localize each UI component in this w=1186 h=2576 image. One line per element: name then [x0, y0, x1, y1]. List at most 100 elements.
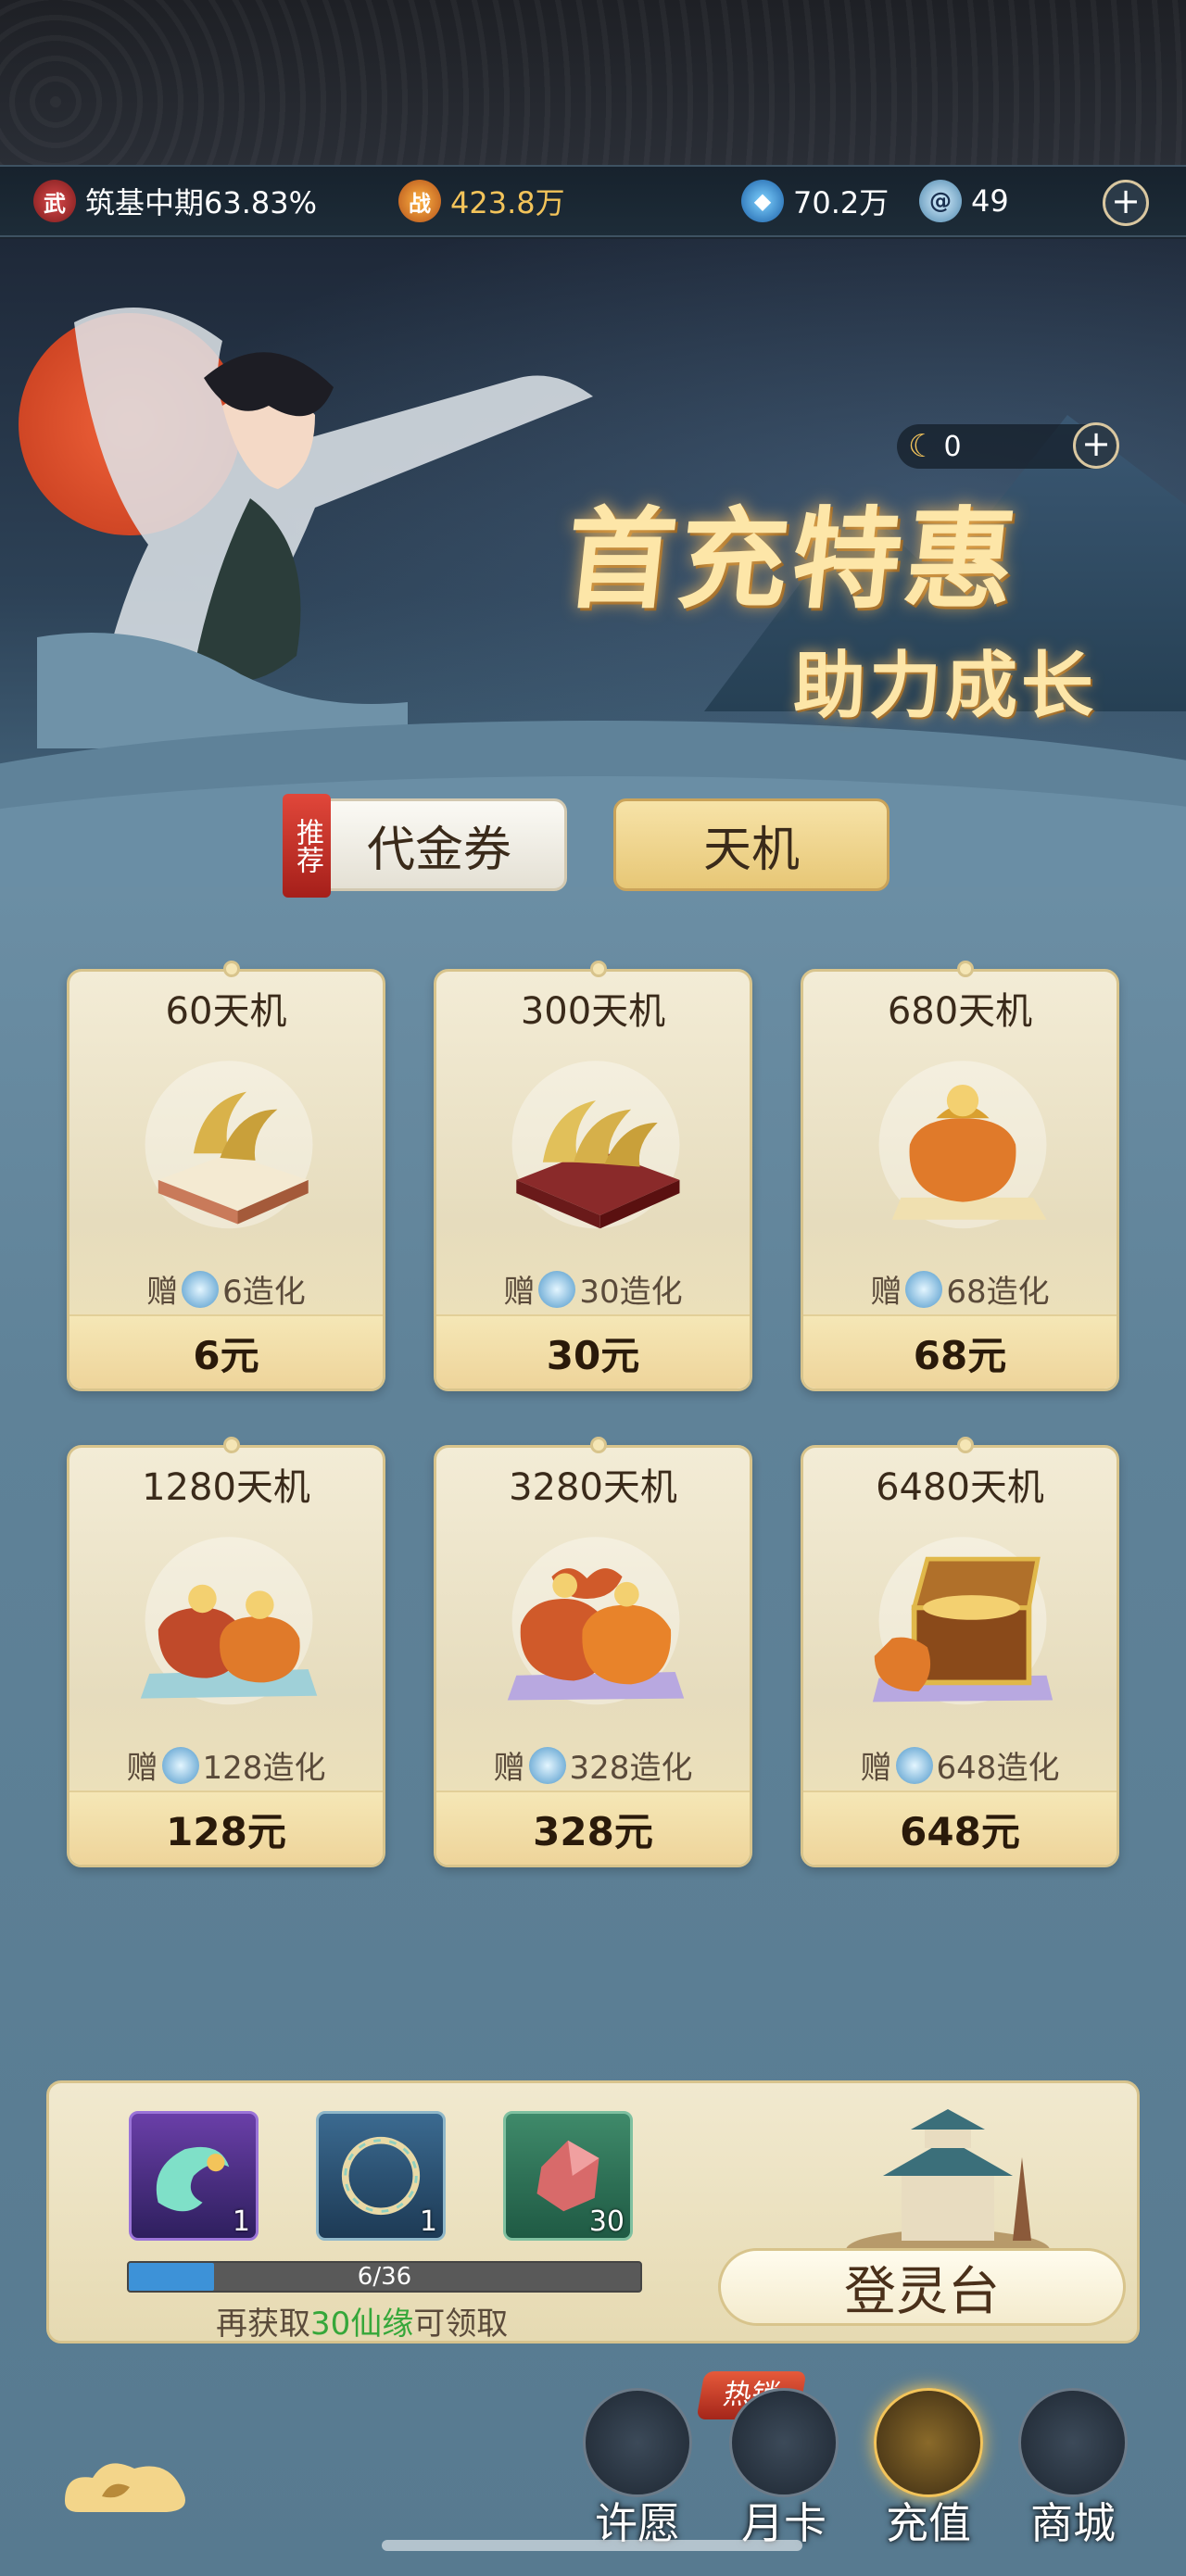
treasure-chest-icon — [872, 1537, 1054, 1705]
hint-highlight: 30仙缘 — [310, 2306, 414, 2343]
tab-tianji-label: 天机 — [702, 822, 800, 878]
product-card[interactable]: 60天机赠 6造化 6元 — [67, 961, 385, 1391]
product-title: 1280天机 — [142, 1466, 310, 1509]
zaohua-swirl-icon — [161, 1746, 199, 1784]
realm-stat[interactable]: 武 筑基中期63.83% — [33, 180, 317, 222]
auspicious-cloud-icon[interactable] — [56, 2445, 195, 2529]
bonus-prefix: 赠 — [860, 1750, 892, 1787]
bonus-amount: 328造化 — [569, 1750, 693, 1787]
price-button[interactable]: 6元 — [69, 1314, 383, 1389]
zaohua-swirl-icon — [538, 1270, 576, 1308]
tianji-gem-icon: ◆ — [741, 180, 784, 222]
money-bags-large-icon — [507, 1537, 685, 1705]
resource-bar: 武 筑基中期63.83% 战 423.8万 ◆ 70.2万 @ 49 + — [0, 165, 1186, 237]
money-bags-icon — [140, 1537, 318, 1705]
moon-coin-icon: ☾ — [908, 428, 937, 465]
product-title: 300天机 — [520, 990, 666, 1033]
heroine-illustration — [37, 308, 593, 748]
nav-month-card[interactable]: 月卡 — [728, 2388, 839, 2548]
small-jade-icon — [145, 1061, 313, 1229]
bonus-prefix: 赠 — [146, 1274, 179, 1311]
product-bonus: 赠 328造化 — [436, 1742, 750, 1788]
zaohua-swirl-icon — [182, 1270, 220, 1308]
power-value: 423.8万 — [450, 185, 565, 220]
zaohua-swirl-icon — [528, 1746, 566, 1784]
reward-item[interactable]: 30 — [503, 2111, 633, 2241]
swirl-value: 49 — [971, 183, 1009, 219]
lingtai-pavilion-icon — [846, 2109, 1050, 2268]
product-title: 6480天机 — [876, 1466, 1044, 1509]
first-recharge-banner: ☾ 0 + 首充特惠 助力成长 — [0, 239, 1186, 887]
wish-icon — [583, 2388, 692, 2497]
nav-recharge-label: 充值 — [886, 2498, 971, 2548]
reward-panel: 1 1 30 6/36 再获取30仙缘可领取 登灵台 — [46, 2080, 1140, 2344]
product-title: 680天机 — [887, 990, 1033, 1033]
banner-subtitle: 助力成长 — [793, 644, 1098, 728]
tab-tianji[interactable]: 天机 — [613, 798, 890, 891]
nav-shop[interactable]: 商城 — [1017, 2388, 1129, 2548]
realm-label: 筑基中期63.83% — [85, 185, 318, 220]
recommend-badge: 推荐 — [283, 794, 331, 898]
bonus-amount: 128造化 — [202, 1750, 326, 1787]
product-card[interactable]: 3280天机赠 328造化 328元 — [434, 1437, 752, 1867]
nav-shop-label: 商城 — [1030, 2498, 1116, 2548]
gem-value: 70.2万 — [793, 185, 890, 220]
product-bonus: 赠 6造化 — [69, 1266, 383, 1312]
progress-hint: 再获取30仙缘可领取 — [216, 2298, 508, 2344]
product-bonus: 赠 128造化 — [69, 1742, 383, 1788]
power-stat[interactable]: 战 423.8万 — [398, 180, 565, 222]
nav-recharge[interactable]: 充值 — [873, 2388, 984, 2548]
martial-icon: 武 — [33, 180, 76, 222]
money-bag-icon — [878, 1061, 1047, 1229]
home-indicator[interactable] — [382, 2540, 802, 2551]
recharge-icon — [874, 2388, 983, 2497]
progress-text: 6/36 — [357, 2263, 412, 2291]
add-voucher-button[interactable]: + — [1073, 422, 1119, 469]
reward-count: 1 — [419, 2205, 437, 2238]
voucher-balance-value: 0 — [943, 430, 962, 463]
progress-bar: 6/36 — [127, 2261, 642, 2293]
zaohua-swirl-icon: @ — [919, 180, 962, 222]
bonus-amount: 6造化 — [222, 1274, 306, 1311]
bonus-amount: 648造化 — [936, 1750, 1060, 1787]
month-card-icon — [729, 2388, 839, 2497]
nav-wish[interactable]: 许愿 — [582, 2388, 693, 2548]
bonus-prefix: 赠 — [870, 1274, 902, 1311]
price-button[interactable]: 68元 — [803, 1314, 1117, 1389]
tab-voucher-label: 代金券 — [366, 822, 511, 878]
reward-item[interactable]: 1 — [129, 2111, 259, 2241]
bonus-amount: 68造化 — [946, 1274, 1050, 1311]
add-currency-button[interactable]: + — [1103, 180, 1149, 226]
price-button[interactable]: 128元 — [69, 1791, 383, 1865]
price-button[interactable]: 328元 — [436, 1791, 750, 1865]
tab-voucher[interactable]: 推荐 代金券 — [283, 794, 567, 898]
price-button[interactable]: 30元 — [436, 1314, 750, 1389]
hint-prefix: 再获取 — [216, 2306, 310, 2343]
lingtai-button[interactable]: 登灵台 — [718, 2248, 1126, 2326]
battle-power-icon: 战 — [398, 180, 441, 222]
reward-count: 30 — [588, 2205, 625, 2238]
top-decor — [0, 0, 1186, 167]
bonus-prefix: 赠 — [493, 1750, 525, 1787]
voucher-balance: ☾ 0 + — [897, 422, 1119, 469]
shop-icon — [1018, 2388, 1128, 2497]
product-card[interactable]: 1280天机赠 128造化 128元 — [67, 1437, 385, 1867]
product-card[interactable]: 6480天机赠 648造化 648元 — [801, 1437, 1119, 1867]
product-bonus: 赠 68造化 — [803, 1266, 1117, 1312]
reward-item[interactable]: 1 — [316, 2111, 446, 2241]
zaohua-swirl-icon — [905, 1270, 943, 1308]
product-card[interactable]: 300天机赠 30造化 30元 — [434, 961, 752, 1391]
currency-tabs: 推荐 代金券 天机 — [283, 794, 890, 898]
gem-stat[interactable]: ◆ 70.2万 — [741, 180, 889, 222]
hint-suffix: 可领取 — [413, 2306, 509, 2343]
bonus-prefix: 赠 — [503, 1274, 536, 1311]
product-bonus: 赠 648造化 — [803, 1742, 1117, 1788]
reward-count: 1 — [232, 2205, 250, 2238]
price-button[interactable]: 648元 — [803, 1791, 1117, 1865]
zaohua-swirl-icon — [895, 1746, 933, 1784]
jade-stack-icon — [511, 1061, 680, 1229]
product-card[interactable]: 680天机赠 68造化 68元 — [801, 961, 1119, 1391]
product-bonus: 赠 30造化 — [436, 1266, 750, 1312]
swirl-stat[interactable]: @ 49 — [919, 180, 1009, 222]
product-title: 60天机 — [165, 990, 287, 1033]
